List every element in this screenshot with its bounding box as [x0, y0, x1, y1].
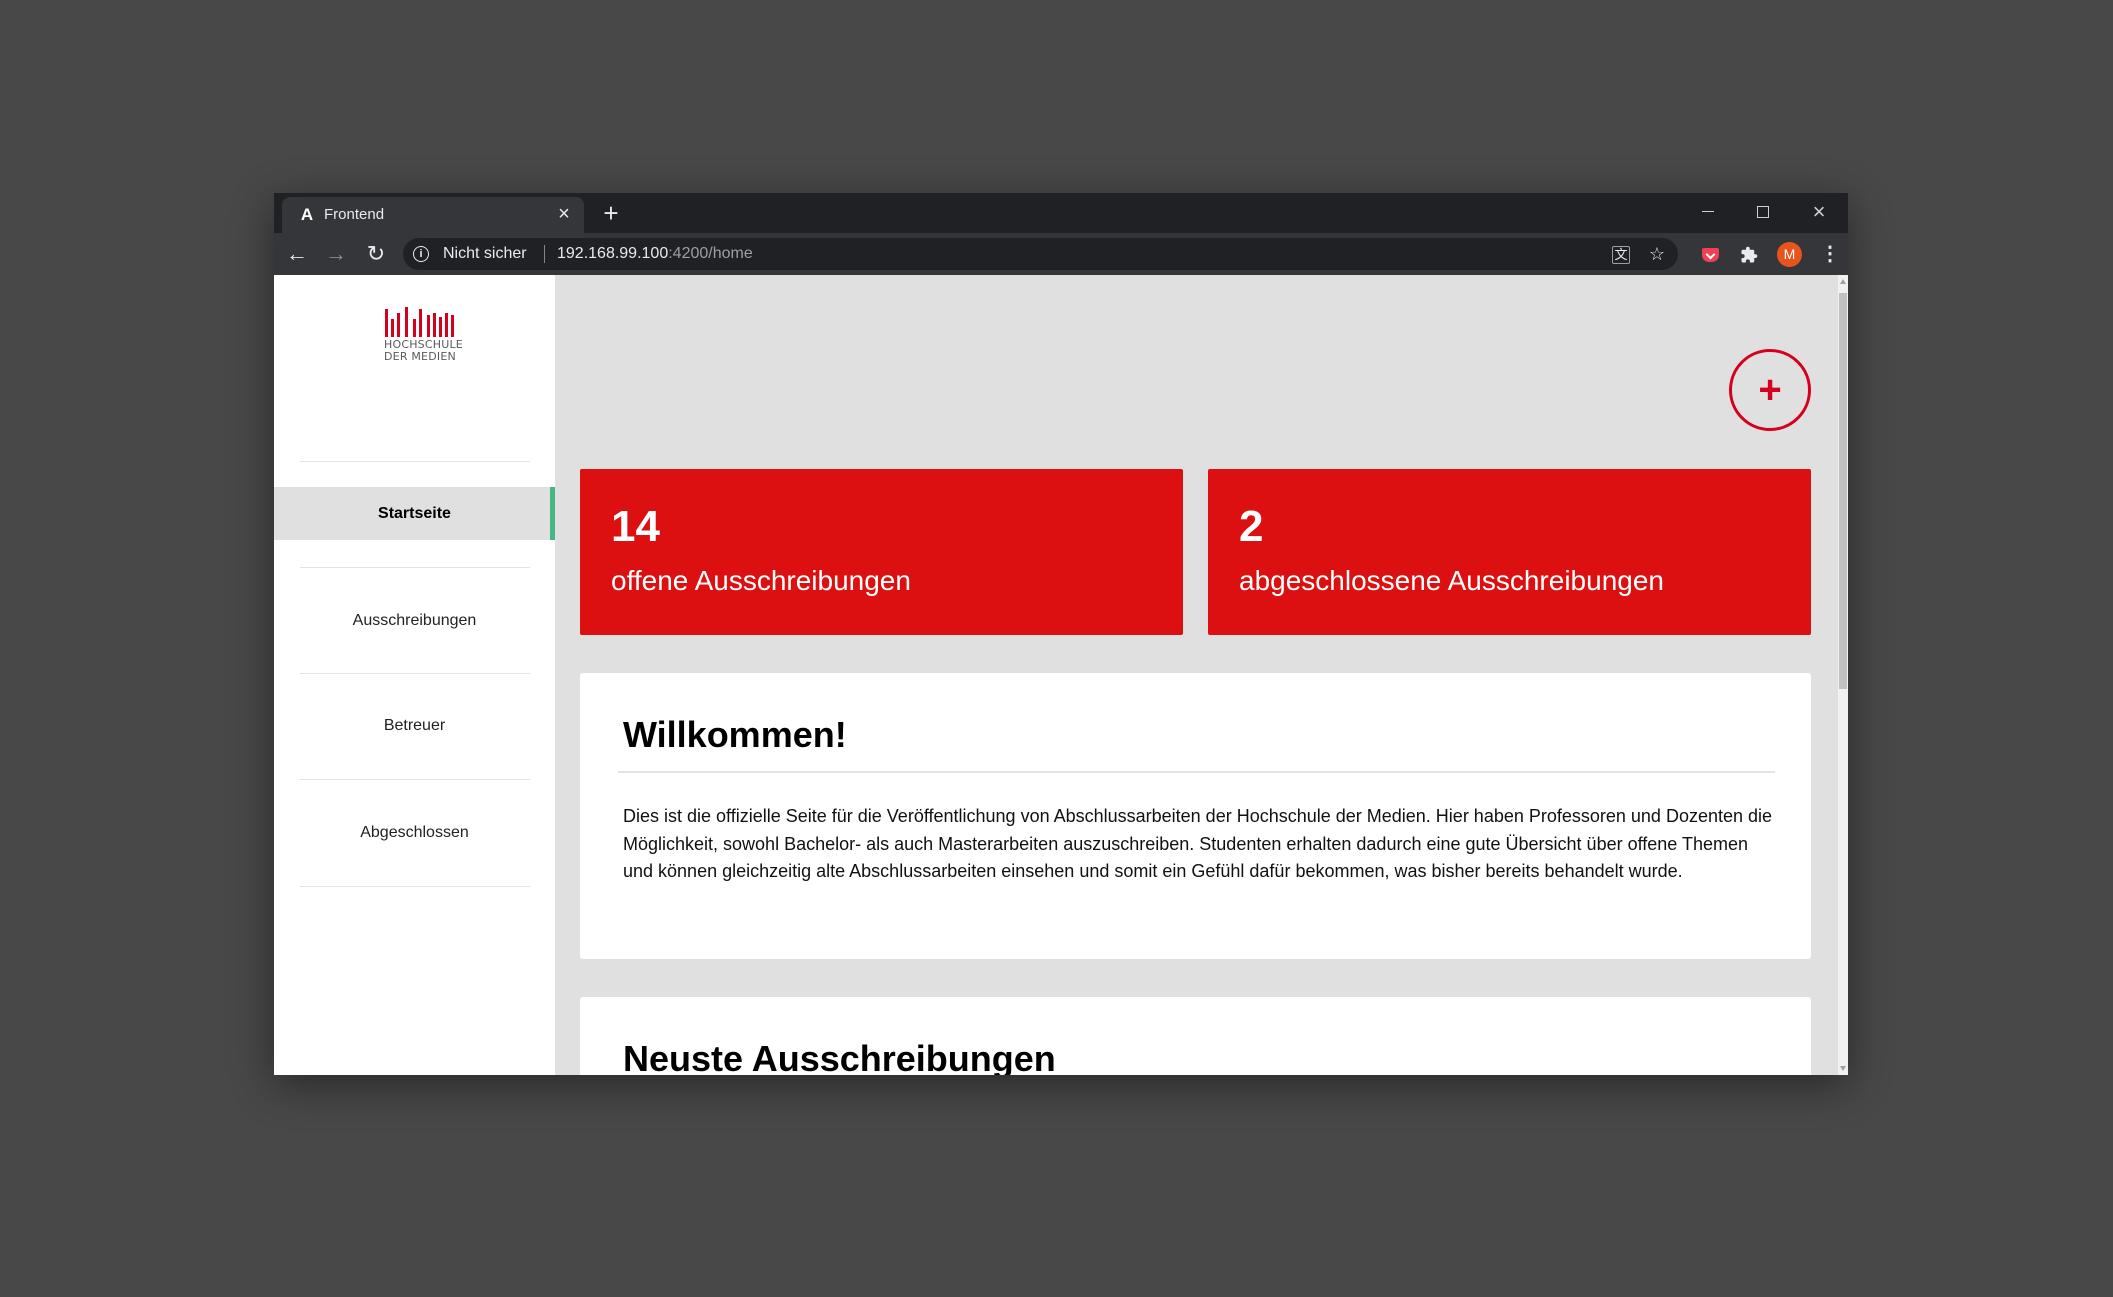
- tab-strip: A Frontend × + ×: [274, 193, 1848, 233]
- logo-bars-icon: [384, 307, 464, 337]
- stat-card-closed[interactable]: 2 abgeschlossene Ausschreibungen: [1208, 469, 1811, 635]
- sidebar-item-abgeschlossen[interactable]: Abgeschlossen: [274, 806, 555, 859]
- scroll-up-icon[interactable]: [1840, 279, 1846, 284]
- stat-value: 2: [1239, 502, 1264, 551]
- sidebar: HOCHSCHULE DER MEDIEN Startseite Ausschr…: [274, 275, 555, 1075]
- browser-window: A Frontend × + × ← → ↻ i Nicht sicher 19…: [274, 193, 1848, 1075]
- welcome-text: Dies ist die offizielle Seite für die Ve…: [623, 806, 1773, 881]
- back-arrow-icon[interactable]: ←: [282, 239, 312, 269]
- url-host: 192.168.99.100: [557, 245, 669, 262]
- scrollbar-thumb[interactable]: [1839, 293, 1847, 689]
- more-vert-icon[interactable]: ⋮: [1820, 242, 1840, 266]
- star-icon[interactable]: ☆: [1646, 243, 1668, 265]
- divider: [300, 567, 530, 568]
- stat-value: 14: [611, 502, 660, 551]
- stat-label: offene Ausschreibungen: [611, 565, 911, 596]
- news-card: Neuste Ausschreibungen: [580, 997, 1811, 1075]
- stat-card-open[interactable]: 14 offene Ausschreibungen: [580, 469, 1183, 635]
- close-icon[interactable]: ×: [554, 204, 574, 224]
- address-bar[interactable]: i Nicht sicher 192.168.99.100:4200/home …: [403, 238, 1678, 270]
- news-title: Neuste Ausschreibungen: [623, 1038, 1056, 1076]
- security-label[interactable]: Nicht sicher: [443, 245, 527, 263]
- sidebar-item-ausschreibungen[interactable]: Ausschreibungen: [274, 594, 555, 647]
- add-button[interactable]: +: [1729, 349, 1811, 431]
- divider: [300, 779, 530, 780]
- stat-label: abgeschlossene Ausschreibungen: [1239, 565, 1664, 596]
- sidebar-item-betreuer[interactable]: Betreuer: [274, 699, 555, 752]
- hdm-logo[interactable]: HOCHSCHULE DER MEDIEN: [384, 307, 464, 377]
- scroll-down-icon[interactable]: [1840, 1066, 1846, 1071]
- browser-tab[interactable]: A Frontend ×: [282, 197, 584, 233]
- puzzle-icon[interactable]: [1737, 242, 1761, 266]
- forward-arrow-icon[interactable]: →: [321, 239, 351, 269]
- angular-favicon-icon: A: [300, 205, 314, 224]
- url-text[interactable]: 192.168.99.100:4200/home: [557, 245, 753, 263]
- scrollbar[interactable]: [1838, 275, 1848, 1075]
- plus-icon[interactable]: +: [596, 198, 626, 228]
- main-content: + 14 offene Ausschreibungen 2 abgeschlos…: [555, 275, 1838, 1075]
- divider: [544, 245, 545, 263]
- window-close-icon[interactable]: ×: [1792, 197, 1846, 227]
- tab-title: Frontend: [324, 206, 385, 223]
- restore-icon[interactable]: [1736, 197, 1790, 227]
- welcome-title: Willkommen!: [623, 714, 847, 755]
- reload-icon[interactable]: ↻: [361, 239, 391, 269]
- pocket-icon[interactable]: [1698, 242, 1722, 266]
- divider: [300, 461, 530, 462]
- info-icon[interactable]: i: [413, 246, 429, 262]
- sidebar-item-startseite[interactable]: Startseite: [274, 487, 555, 540]
- browser-toolbar: ← → ↻ i Nicht sicher 192.168.99.100:4200…: [274, 233, 1848, 275]
- minimize-icon[interactable]: [1681, 197, 1735, 227]
- avatar[interactable]: M: [1777, 242, 1802, 267]
- divider: [300, 673, 530, 674]
- divider: [618, 771, 1775, 773]
- divider: [300, 886, 530, 887]
- logo-text: HOCHSCHULE DER MEDIEN: [384, 338, 463, 363]
- url-path: :4200/home: [668, 245, 753, 262]
- welcome-card: Willkommen! Dies ist die offizielle Seit…: [580, 673, 1811, 959]
- page-viewport: HOCHSCHULE DER MEDIEN Startseite Ausschr…: [274, 275, 1848, 1075]
- translate-icon[interactable]: 文: [1612, 246, 1630, 264]
